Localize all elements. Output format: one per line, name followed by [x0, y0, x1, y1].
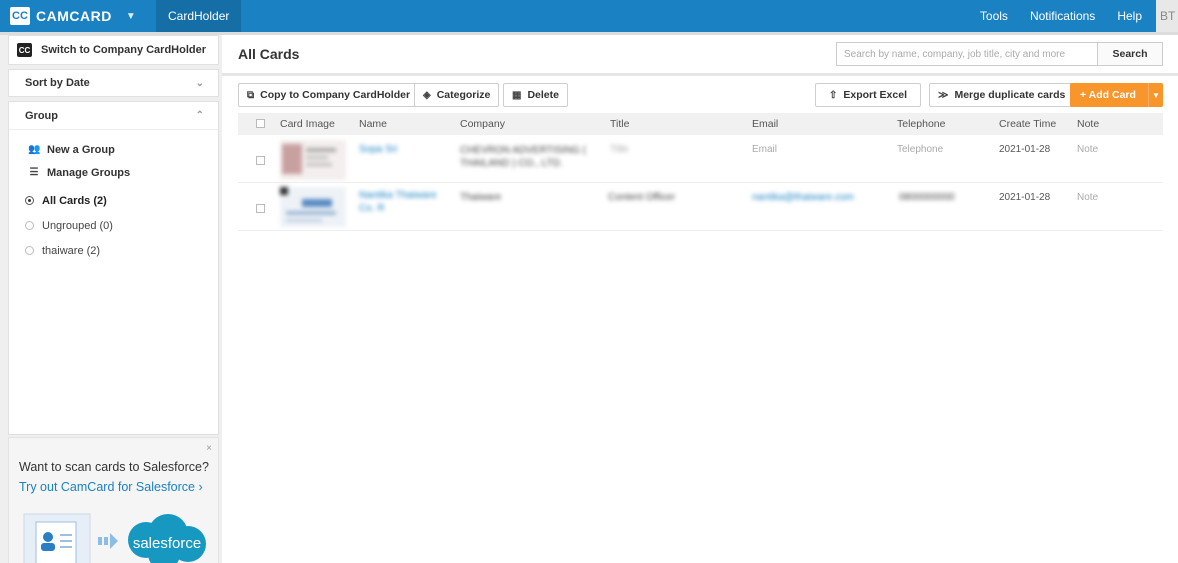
brand-name: CAMCARD [36, 8, 112, 24]
users-icon: 👥 [28, 144, 41, 155]
trash-icon: ▦ [512, 89, 522, 101]
promo-title: Want to scan cards to Salesforce? [19, 460, 209, 474]
search-bar: Search by name, company, job title, city… [836, 42, 1163, 66]
group-all-cards[interactable]: All Cards (2) [9, 188, 218, 213]
brand-menu[interactable]: CC CAMCARD ▼ [0, 0, 156, 32]
row-company: CHEVRON ADVERTISING ( THAILAND ) CO., LT… [460, 145, 586, 169]
table-row[interactable]: Nantika Thaiware Co. R Thaiware Content … [238, 183, 1163, 231]
col-name[interactable]: Name [359, 118, 387, 130]
toolbar: ⧉ Copy to Company CardHolder ◈ Categoriz… [222, 76, 1178, 114]
col-company[interactable]: Company [460, 118, 505, 130]
merge-label: Merge duplicate cards [954, 89, 1066, 101]
nav-notifications[interactable]: Notifications [1019, 9, 1106, 23]
add-card-button[interactable]: + Add Card ▼ [1070, 83, 1163, 107]
camcard-logo: CC [10, 7, 30, 25]
card-thumbnail[interactable] [280, 187, 346, 227]
salesforce-logo-text: salesforce [133, 535, 201, 552]
row-title: Content Officer [608, 192, 676, 203]
row-telephone: Telephone [897, 144, 944, 155]
row-checkbox[interactable] [256, 204, 265, 213]
new-group-button[interactable]: 👥 New a Group [9, 138, 218, 161]
export-excel-button[interactable]: ⇧ Export Excel [815, 83, 921, 107]
row-name[interactable]: Nantika Thaiware Co. R [359, 189, 445, 215]
group-ungrouped[interactable]: Ungrouped (0) [9, 213, 218, 238]
row-create-time: 2021-01-28 [999, 192, 1051, 203]
switch-company-cardholder-button[interactable]: CC Switch to Company CardHolder [8, 35, 219, 65]
sort-dropdown[interactable]: Sort by Date ⌄ [8, 69, 219, 97]
row-email: Email [752, 144, 778, 155]
chevron-down-icon: ⌄ [195, 77, 204, 89]
sort-label: Sort by Date [25, 77, 90, 89]
radio-icon [25, 246, 34, 255]
card-thumbnail[interactable] [280, 140, 346, 180]
chevron-down-icon: ▼ [125, 10, 136, 22]
merge-icon: ≫ [938, 89, 949, 101]
col-card-image[interactable]: Card Image [280, 118, 335, 130]
top-navbar: CC CAMCARD ▼ CardHolder Tools Notificati… [0, 0, 1178, 32]
company-cc-icon: CC [17, 43, 32, 57]
new-group-label: New a Group [47, 143, 115, 156]
col-create-time[interactable]: Create Time [999, 118, 1056, 130]
col-title[interactable]: Title [610, 118, 629, 130]
sidebar: CC Switch to Company CardHolder Sort by … [8, 35, 219, 563]
row-name[interactable]: Sopa Sri [359, 144, 397, 155]
row-email[interactable]: nantika@thaiware.com [752, 192, 854, 203]
row-checkbox[interactable] [256, 156, 265, 165]
export-label: Export Excel [843, 89, 907, 101]
salesforce-promo: × Want to scan cards to Salesforce? Try … [8, 437, 219, 563]
group-title: Group [25, 109, 58, 122]
tag-icon: ◈ [423, 89, 431, 101]
layers-icon: ☰ [29, 167, 39, 178]
delete-button[interactable]: ▦ Delete [503, 83, 568, 107]
nav-tools[interactable]: Tools [969, 9, 1019, 23]
table-row[interactable]: Sopa Sri CHEVRON ADVERTISING ( THAILAND … [238, 135, 1163, 183]
cards-table: Card Image Name Company Title Email Tele… [238, 113, 1163, 231]
group-thaiware[interactable]: thaiware (2) [9, 238, 218, 263]
row-note[interactable]: Note [1077, 192, 1098, 203]
col-telephone[interactable]: Telephone [897, 118, 945, 130]
tab-cardholder[interactable]: CardHolder [156, 0, 242, 32]
add-card-label: + Add Card [1070, 83, 1149, 107]
add-card-dropdown-icon[interactable]: ▼ [1149, 91, 1163, 100]
nav-help[interactable]: Help [1106, 9, 1153, 23]
group-panel: Group ⌃ 👥 New a Group ☰ Manage Groups Al… [8, 101, 219, 435]
copy-to-company-button[interactable]: ⧉ Copy to Company CardHolder [238, 83, 420, 107]
group-header[interactable]: Group ⌃ [9, 102, 218, 130]
row-company: Thaiware [460, 192, 502, 203]
col-note[interactable]: Note [1077, 118, 1099, 130]
chevron-up-icon: ⌃ [195, 110, 204, 121]
row-create-time: 2021-01-28 [999, 144, 1051, 155]
manage-groups-label: Manage Groups [47, 166, 131, 179]
group-label: Ungrouped (0) [42, 219, 113, 232]
search-input[interactable]: Search by name, company, job title, city… [836, 42, 1097, 66]
row-title: Title [610, 144, 629, 155]
row-note[interactable]: Note [1077, 144, 1098, 155]
group-label: thaiware (2) [42, 244, 101, 257]
export-icon: ⇧ [828, 89, 838, 101]
row-telephone: 0800000000 [899, 192, 955, 203]
main-panel: All Cards Search by name, company, job t… [222, 35, 1178, 563]
delete-label: Delete [527, 89, 559, 101]
merge-duplicates-button[interactable]: ≫ Merge duplicate cards [929, 83, 1075, 107]
promo-link[interactable]: Try out CamCard for Salesforce › [19, 480, 203, 494]
radio-selected-icon [25, 196, 34, 205]
salesforce-logo: salesforce [128, 514, 206, 563]
search-button[interactable]: Search [1097, 42, 1163, 66]
user-avatar[interactable]: BT [1156, 0, 1178, 32]
switch-label: Switch to Company CardHolder [41, 44, 207, 56]
categorize-button[interactable]: ◈ Categorize [414, 83, 500, 107]
page-title: All Cards [238, 46, 300, 62]
group-label: All Cards (2) [42, 194, 107, 207]
copy-label: Copy to Company CardHolder [260, 89, 411, 101]
manage-groups-button[interactable]: ☰ Manage Groups [9, 161, 218, 184]
col-email[interactable]: Email [752, 118, 778, 130]
select-all-checkbox[interactable] [256, 119, 265, 128]
copy-icon: ⧉ [247, 89, 255, 101]
radio-icon [25, 221, 34, 230]
categorize-label: Categorize [436, 89, 491, 101]
salesforce-illustration: salesforce [23, 513, 206, 563]
table-header: Card Image Name Company Title Email Tele… [238, 113, 1163, 135]
close-icon[interactable]: × [206, 443, 212, 454]
